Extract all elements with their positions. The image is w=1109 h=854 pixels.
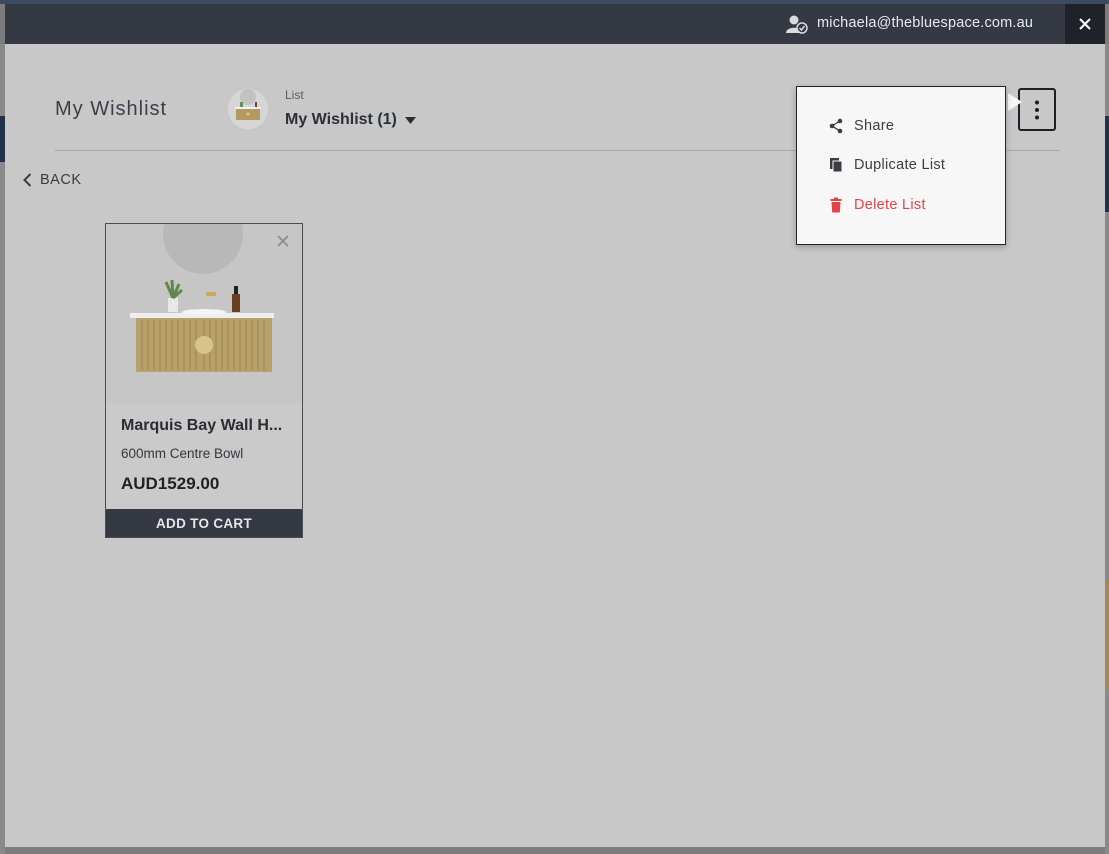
close-icon [1079,18,1091,30]
back-link[interactable]: BACK [23,172,82,188]
add-to-cart-button[interactable]: ADD TO CART [106,509,302,537]
chevron-left-icon [23,173,32,187]
menu-item-label: Duplicate List [854,157,946,173]
menu-item-label: Delete List [854,197,926,213]
menu-item-share[interactable]: Share [828,118,894,134]
share-icon [828,118,844,134]
product-variant: 600mm Centre Bowl [121,446,244,461]
product-image[interactable] [106,224,302,404]
list-selector[interactable]: My Wishlist (1) [285,111,416,129]
more-options-button[interactable] [1018,88,1056,131]
close-button[interactable] [1065,4,1105,44]
user-email: michaela@thebluespace.com.au [817,15,1034,31]
modal-top-bar: michaela@thebluespace.com.au [5,4,1105,44]
product-card: Marquis Bay Wall H... 600mm Centre Bowl … [105,223,303,538]
list-selector-label: My Wishlist (1) [285,111,397,128]
back-link-label: BACK [40,172,82,188]
menu-item-label: Share [854,118,895,134]
user-verified-icon [786,14,808,34]
product-name[interactable]: Marquis Bay Wall H... [121,417,291,435]
remove-item-button[interactable] [276,234,290,248]
close-icon [277,235,289,247]
caret-down-icon [404,116,416,124]
background-page-right-edge [1105,44,1109,854]
trash-icon [828,197,844,213]
menu-item-delete-list[interactable]: Delete List [828,197,926,213]
product-price: AUD1529.00 [121,474,220,493]
page-title: My Wishlist [55,98,168,120]
list-caption: List [285,88,304,102]
list-thumbnail [228,89,268,129]
more-vertical-icon [1035,100,1039,119]
copy-icon [828,157,844,173]
list-options-menu: Share Duplicate List Delete List [796,86,1006,245]
menu-item-duplicate-list[interactable]: Duplicate List [828,157,945,173]
menu-pointer [1008,93,1022,111]
